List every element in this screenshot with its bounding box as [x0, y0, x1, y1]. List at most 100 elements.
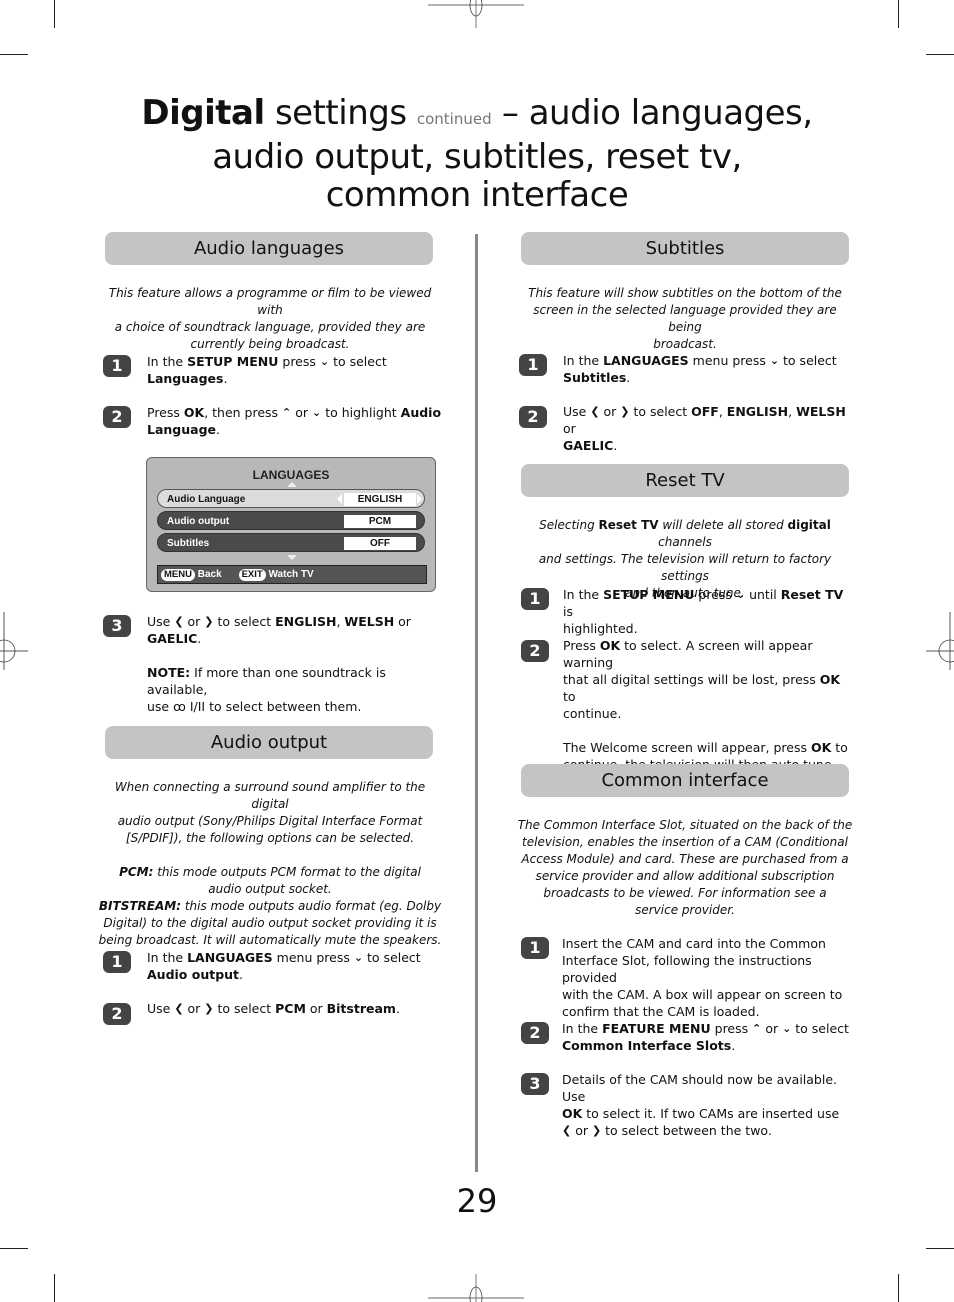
menu-title: LANGUAGES — [252, 468, 330, 482]
crop-mark — [54, 1274, 55, 1302]
text: press — [710, 1021, 753, 1036]
crop-mark — [898, 1274, 899, 1302]
text: Selecting — [539, 518, 599, 532]
registration-mark-right — [926, 612, 954, 670]
down-arrow-icon: ⌄ — [353, 951, 364, 964]
bold-text: ENGLISH — [726, 404, 789, 419]
text: In the — [147, 950, 188, 965]
registration-mark-bottom — [428, 1274, 524, 1302]
down-arrow-icon: ⌄ — [319, 355, 330, 368]
up-arrow-icon: ⌃ — [752, 1022, 762, 1035]
left-arrow-icon: ❮ — [590, 405, 600, 418]
bold-text: Common Interface Slots — [562, 1038, 732, 1053]
bold-text: OK — [599, 638, 621, 653]
step-number-badge: 3 — [103, 615, 131, 637]
crop-mark — [54, 0, 55, 28]
text: common interface — [325, 175, 629, 215]
text: press — [278, 354, 320, 369]
right-arrow-icon: ❯ — [591, 1124, 602, 1137]
text: , — [718, 404, 727, 419]
text: to select — [213, 614, 276, 629]
bold-text: Subtitles — [563, 370, 627, 385]
text: or — [305, 1001, 327, 1016]
text: or — [183, 614, 205, 629]
text: press — [694, 587, 736, 602]
step-number-badge: 2 — [103, 1003, 131, 1025]
text: This feature allows a programme or film … — [108, 286, 432, 317]
text: confirm that the CAM is loaded. — [562, 1004, 760, 1019]
text: to select — [213, 1001, 276, 1016]
text: . — [239, 967, 244, 982]
text: highlighted. — [563, 621, 638, 636]
text: service provider and allow additional su… — [535, 869, 835, 883]
text: or — [599, 404, 621, 419]
section-header-reset-tv: Reset TV — [521, 464, 849, 497]
bold-text: OK — [819, 672, 841, 687]
step-number-badge: 2 — [519, 406, 547, 428]
text: audio output (Sony/Philips Digital Inter… — [117, 814, 423, 828]
text: or — [761, 1021, 783, 1036]
bold-text: SETUP MENU — [603, 587, 695, 602]
menu-value: ENGLISH — [344, 493, 416, 506]
text: to — [563, 689, 576, 704]
menu-value: OFF — [344, 537, 416, 550]
bold-text: SETUP MENU — [187, 354, 279, 369]
text: to — [831, 740, 848, 755]
text: In the — [563, 353, 604, 368]
audio-output-step-1: In the LANGUAGES menu press ⌄ to select … — [147, 949, 437, 983]
bold-text: BITSTREAM: — [98, 899, 181, 913]
step-number-badge: 1 — [521, 588, 549, 610]
text: a choice of soundtrack language, provide… — [114, 320, 426, 334]
menu-key-icon: MENU — [161, 569, 195, 581]
page-title: Digital settings continued – audio langu… — [0, 94, 954, 214]
bold-text: Reset TV — [780, 587, 844, 602]
down-arrow-icon: ⌄ — [735, 588, 746, 601]
scroll-down-icon — [287, 555, 297, 560]
bold-text: OK — [810, 740, 832, 755]
text: settings — [264, 93, 417, 133]
text: Use — [147, 614, 175, 629]
bold-text: digital — [787, 518, 831, 532]
page-number: 29 — [456, 1182, 498, 1220]
text: that all digital settings will be lost, … — [563, 672, 820, 687]
text: to select — [329, 354, 387, 369]
bold-text: Audio — [400, 405, 442, 420]
bold-text: ENGLISH — [275, 614, 337, 629]
text: Watch TV — [268, 569, 314, 580]
text: screen in the selected language provided… — [533, 303, 837, 334]
text: . — [613, 438, 618, 453]
bold-text: GAELIC — [147, 631, 198, 646]
text: The Welcome screen will appear, press — [563, 740, 811, 755]
section-header-common-interface: Common interface — [521, 764, 849, 797]
text: Press — [563, 638, 600, 653]
dual-sound-icon: ꝏ I/II — [173, 699, 206, 714]
menu-row-audio-output: Audio output PCM — [157, 511, 425, 530]
down-arrow-icon: ⌄ — [312, 406, 322, 419]
scroll-up-icon — [287, 482, 297, 487]
bold-text: Languages — [147, 371, 224, 386]
common-interface-step-1: Insert the CAM and card into the Common … — [562, 935, 852, 1020]
audio-output-intro: When connecting a surround sound amplifi… — [98, 779, 442, 949]
bold-text: WELSH — [796, 404, 846, 419]
text: this mode outputs audio format (eg. Dolb… — [181, 899, 442, 913]
text: television, enables the insertion of a C… — [522, 835, 848, 849]
text: In the — [147, 354, 188, 369]
text: will delete all stored — [658, 518, 788, 532]
bold-text: OFF — [691, 404, 719, 419]
text: When connecting a surround sound amplifi… — [114, 780, 426, 811]
text: audio output, subtitles, reset tv, — [212, 137, 742, 177]
common-interface-step-3: Details of the CAM should now be availab… — [562, 1071, 854, 1139]
step-number-badge: 1 — [103, 951, 131, 973]
continued-label: continued — [416, 110, 492, 128]
text: Access Module) and card. These are purch… — [521, 852, 849, 866]
text: . — [197, 631, 202, 646]
text: or — [394, 614, 411, 629]
text: Insert the CAM and card into the Common — [562, 936, 826, 951]
text: In the — [562, 1021, 603, 1036]
bold-text: NOTE: — [147, 665, 191, 680]
subtitles-step-2: Use ❮ or ❯ to select OFF, ENGLISH, WELSH… — [563, 403, 853, 454]
bold-text: OK — [562, 1106, 583, 1121]
text: Digital — [141, 93, 265, 133]
text: This feature will show subtitles on the … — [528, 286, 842, 300]
right-arrow-icon: ❯ — [204, 1002, 214, 1015]
